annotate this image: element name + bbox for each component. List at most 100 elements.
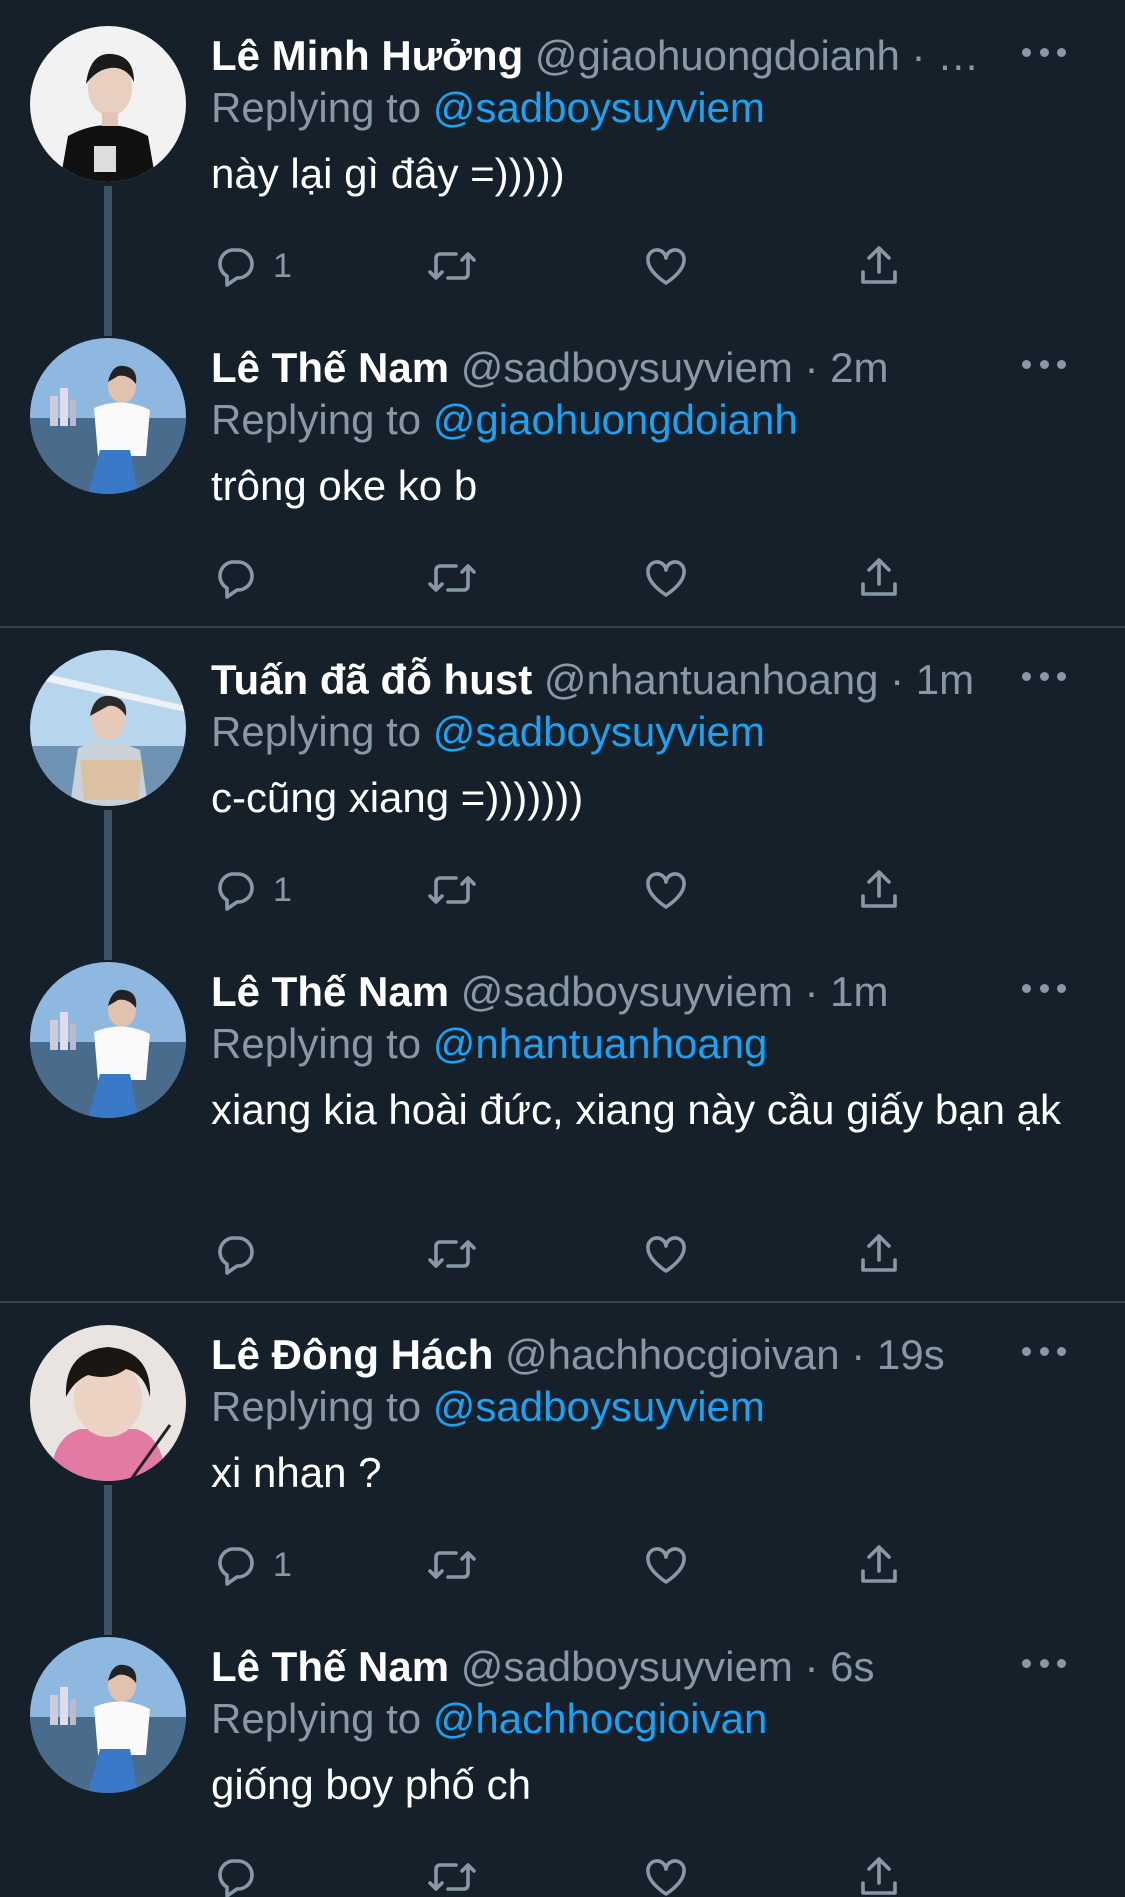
- like-button[interactable]: [641, 238, 691, 294]
- replying-to: Replying to @sadboysuyviem: [211, 706, 765, 758]
- share-button[interactable]: [855, 862, 903, 918]
- replying-to: Replying to @sadboysuyviem: [211, 1381, 765, 1433]
- reply-count: 1: [273, 1545, 292, 1584]
- tweet[interactable]: Lê Minh Hưởng @giaohuongdoianh · … Reply…: [0, 0, 1125, 336]
- mention-link[interactable]: @sadboysuyviem: [433, 84, 765, 131]
- reply-button[interactable]: [211, 1849, 259, 1897]
- more-icon[interactable]: [1022, 354, 1066, 374]
- replying-label: Replying to: [211, 396, 422, 443]
- retweet-icon: [428, 1551, 476, 1579]
- avatar[interactable]: [30, 26, 186, 182]
- display-name[interactable]: Lê Minh Hưởng: [211, 32, 523, 79]
- avatar[interactable]: [30, 1325, 186, 1481]
- action-bar: [211, 550, 911, 606]
- avatar[interactable]: [30, 962, 186, 1118]
- action-bar: [211, 1849, 911, 1897]
- action-bar: 1: [211, 862, 911, 918]
- replying-to: Replying to @sadboysuyviem: [211, 82, 765, 134]
- display-name[interactable]: Lê Đông Hách: [211, 1331, 493, 1378]
- mention-link[interactable]: @sadboysuyviem: [433, 708, 765, 755]
- reply-button[interactable]: [211, 1226, 259, 1282]
- like-icon: [646, 248, 686, 285]
- user-handle[interactable]: @nhantuanhoang: [544, 656, 879, 703]
- timestamp: · 1m: [878, 656, 975, 703]
- reply-button[interactable]: 1: [211, 1537, 292, 1593]
- tweet-text: xi nhan ?: [211, 1449, 382, 1496]
- replying-label: Replying to: [211, 84, 422, 131]
- retweet-icon: [428, 1240, 476, 1268]
- user-handle[interactable]: @hachhocgioivan: [505, 1331, 840, 1378]
- avatar[interactable]: [30, 1637, 186, 1793]
- reply-icon: [218, 872, 254, 911]
- action-bar: [211, 1226, 911, 1282]
- tweet-header: Lê Thế Nam @sadboysuyviem · 6s: [211, 1641, 1011, 1693]
- avatar[interactable]: [30, 650, 186, 806]
- tweet[interactable]: Lê Thế Nam @sadboysuyviem · 1m Replying …: [0, 936, 1125, 1296]
- mention-link[interactable]: @nhantuanhoang: [433, 1020, 768, 1067]
- timestamp: · 6s: [792, 1643, 875, 1690]
- user-handle[interactable]: @giaohuongdoianh: [535, 32, 900, 79]
- tweet-header: Lê Thế Nam @sadboysuyviem · 1m: [211, 966, 1011, 1018]
- tweet-header: Lê Thế Nam @sadboysuyviem · 2m: [211, 342, 1011, 394]
- reply-icon: [218, 248, 254, 287]
- more-icon[interactable]: [1022, 978, 1066, 998]
- reply-button[interactable]: [211, 550, 259, 606]
- reply-count: 1: [273, 870, 292, 909]
- share-button[interactable]: [855, 1226, 903, 1282]
- timestamp: · 19s: [839, 1331, 945, 1378]
- replying-label: Replying to: [211, 708, 422, 755]
- share-button[interactable]: [855, 1849, 903, 1897]
- user-handle[interactable]: @sadboysuyviem: [461, 1643, 793, 1690]
- like-button[interactable]: [641, 1226, 691, 1282]
- like-icon: [646, 1547, 686, 1584]
- share-button[interactable]: [855, 238, 903, 294]
- display-name[interactable]: Lê Thế Nam: [211, 344, 449, 391]
- share-icon: [861, 1545, 897, 1583]
- tweet-text: giống boy phố ch: [211, 1761, 531, 1808]
- retweet-button[interactable]: [426, 1226, 478, 1282]
- share-button[interactable]: [855, 1537, 903, 1593]
- display-name[interactable]: Lê Thế Nam: [211, 1643, 449, 1690]
- share-icon: [861, 870, 897, 908]
- more-icon[interactable]: [1022, 1653, 1066, 1673]
- retweet-icon: [428, 564, 476, 592]
- action-bar: 1: [211, 238, 911, 294]
- display-name[interactable]: Tuấn đã đỗ hust: [211, 656, 532, 703]
- retweet-button[interactable]: [426, 1849, 478, 1897]
- more-icon[interactable]: [1022, 42, 1066, 62]
- display-name[interactable]: Lê Thế Nam: [211, 968, 449, 1015]
- tweet-text: này lại gì đây =))))): [211, 150, 565, 197]
- tweet[interactable]: Lê Thế Nam @sadboysuyviem · 2m Replying …: [0, 312, 1125, 624]
- reply-button[interactable]: 1: [211, 238, 292, 294]
- mention-link[interactable]: @sadboysuyviem: [433, 1383, 765, 1430]
- retweet-icon: [428, 876, 476, 904]
- tweet[interactable]: Lê Thế Nam @sadboysuyviem · 6s Replying …: [0, 1611, 1125, 1897]
- mention-link[interactable]: @hachhocgioivan: [433, 1695, 768, 1742]
- like-button[interactable]: [641, 1537, 691, 1593]
- retweet-button[interactable]: [426, 550, 478, 606]
- avatar[interactable]: [30, 338, 186, 494]
- retweet-button[interactable]: [426, 1537, 478, 1593]
- like-button[interactable]: [641, 862, 691, 918]
- tweet-text: xiang kia hoài đức, xiang này cầu giấy b…: [211, 1086, 1061, 1133]
- action-bar: 1: [211, 1537, 911, 1593]
- share-button[interactable]: [855, 550, 903, 606]
- user-handle[interactable]: @sadboysuyviem: [461, 344, 793, 391]
- reply-button[interactable]: 1: [211, 862, 292, 918]
- like-button[interactable]: [641, 550, 691, 606]
- share-icon: [861, 246, 897, 284]
- like-icon: [646, 1236, 686, 1273]
- mention-link[interactable]: @giaohuongdoianh: [433, 396, 798, 443]
- tweet[interactable]: Lê Đông Hách @hachhocgioivan · 19s Reply…: [0, 1299, 1125, 1635]
- timestamp: · 1m: [792, 968, 889, 1015]
- retweet-button[interactable]: [426, 238, 478, 294]
- like-button[interactable]: [641, 1849, 691, 1897]
- replying-label: Replying to: [211, 1020, 422, 1067]
- more-icon[interactable]: [1022, 1341, 1066, 1361]
- user-handle[interactable]: @sadboysuyviem: [461, 968, 793, 1015]
- retweet-button[interactable]: [426, 862, 478, 918]
- like-icon: [646, 872, 686, 909]
- reply-count: 1: [273, 246, 292, 285]
- more-icon[interactable]: [1022, 666, 1066, 686]
- tweet[interactable]: Tuấn đã đỗ hust @nhantuanhoang · 1m Repl…: [0, 624, 1125, 960]
